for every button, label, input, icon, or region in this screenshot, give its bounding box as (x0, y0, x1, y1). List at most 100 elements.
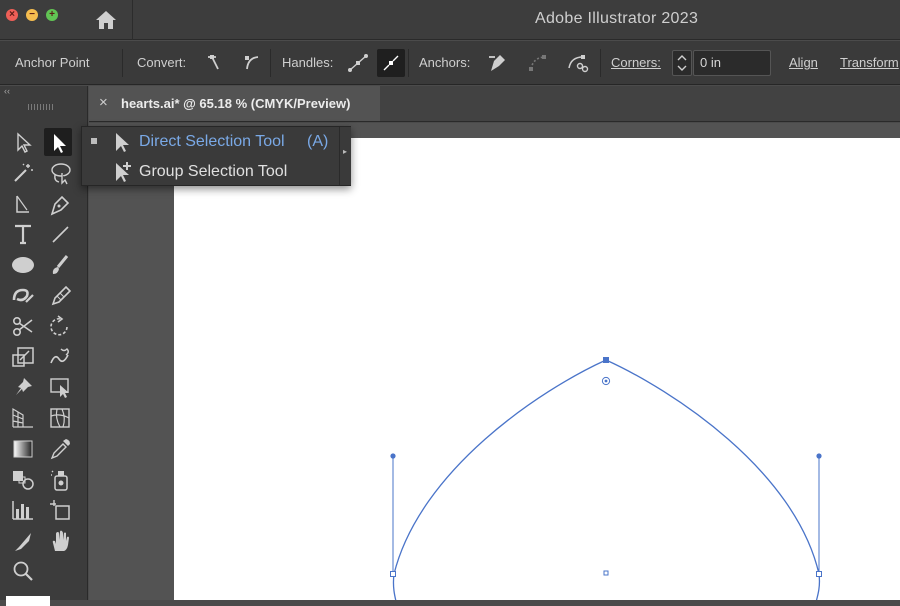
stepper-chevrons-icon (677, 55, 687, 71)
rotate-icon (50, 315, 68, 336)
symbol-sprayer-tool[interactable] (46, 465, 74, 493)
artboard-icon (50, 500, 70, 520)
handles-label: Handles: (282, 55, 334, 70)
maximize-glyph: + (49, 9, 55, 20)
flyout-item-group-selection[interactable]: Group Selection Tool (82, 157, 338, 187)
lasso-tool[interactable] (46, 159, 74, 187)
slice-tool[interactable] (9, 527, 37, 555)
panel-grip[interactable] (28, 104, 54, 110)
type-tool[interactable] (9, 220, 37, 248)
perspective-grid-icon (12, 407, 33, 428)
selection-tool[interactable] (9, 128, 37, 156)
flyout-tearoff-button[interactable]: ▸ (339, 127, 351, 185)
gradient-tool[interactable] (9, 435, 37, 463)
line-segment-icon (52, 226, 69, 243)
context-label: Anchor Point (15, 55, 90, 70)
minimize-glyph: − (29, 9, 35, 20)
connect-anchors-icon (529, 55, 546, 71)
anchor-point-icon (16, 195, 29, 213)
blend-tool[interactable] (9, 465, 37, 493)
shaper-tool[interactable] (9, 282, 37, 310)
pushpin-icon (16, 378, 32, 395)
show-handles-icon (348, 54, 368, 72)
collapse-panel-button[interactable]: ‹‹ (4, 86, 10, 96)
corners-input[interactable]: 0 in (693, 50, 771, 76)
scale-icon (12, 347, 34, 367)
window-close-button[interactable]: × (6, 9, 18, 21)
lasso-icon (51, 163, 71, 185)
ellipse-tool[interactable] (9, 251, 37, 279)
artboard-tool[interactable] (46, 496, 74, 524)
line-segment-tool[interactable] (46, 220, 74, 248)
connect-anchors-button[interactable] (524, 49, 552, 77)
convert-corner-icon (208, 55, 219, 70)
type-t-icon (15, 224, 31, 245)
close-tab-icon[interactable]: × (99, 94, 108, 111)
pencil-tool[interactable] (46, 282, 74, 310)
magic-wand-tool[interactable] (9, 159, 37, 187)
cut-path-button[interactable] (563, 49, 591, 77)
tab-strip-empty (380, 86, 900, 122)
warp-icon (50, 348, 69, 364)
corners-link[interactable]: Corners: (611, 55, 661, 70)
convert-to-corner-button[interactable] (200, 49, 228, 77)
show-handles-button[interactable] (344, 49, 372, 77)
home-icon (96, 11, 116, 29)
anchor-point-tool[interactable] (9, 190, 37, 218)
transform-link[interactable]: Transform (840, 55, 899, 70)
remove-anchor-button[interactable] (483, 49, 511, 77)
home-button[interactable] (92, 6, 120, 34)
free-transform-tool[interactable] (46, 373, 74, 401)
window-maximize-button[interactable]: + (46, 9, 58, 21)
hand-tool[interactable] (46, 527, 74, 555)
flyout-item-label: Direct Selection Tool (139, 133, 285, 150)
control-separator (122, 49, 123, 77)
corners-stepper[interactable] (672, 50, 692, 76)
paintbrush-tool[interactable] (46, 251, 74, 279)
magnifier-icon (13, 561, 33, 581)
fill-swatch[interactable] (6, 596, 50, 606)
pen-minus-icon (489, 55, 505, 71)
warp-tool[interactable] (46, 343, 74, 371)
control-bar: Anchor Point Convert: Handles: Anchors: (0, 41, 900, 85)
hand-icon (52, 530, 69, 551)
bar-graph-icon (12, 501, 33, 520)
rotate-tool[interactable] (46, 312, 74, 340)
document-tab-title: hearts.ai* @ 65.18 % (CMYK/Preview) (121, 96, 351, 111)
pencil-icon (51, 285, 72, 306)
graph-tool[interactable] (9, 496, 37, 524)
flyout-item-shortcut: (A) (307, 133, 329, 150)
eyedropper-tool[interactable] (46, 435, 74, 463)
convert-to-smooth-button[interactable] (238, 49, 266, 77)
scissors-tool[interactable] (9, 312, 37, 340)
close-glyph: × (9, 9, 15, 20)
blend-icon (13, 471, 34, 490)
scale-tool[interactable] (9, 343, 37, 371)
mesh-tool[interactable] (46, 404, 74, 432)
flyout-item-direct-selection[interactable]: Direct Selection Tool (A) (82, 127, 338, 157)
anchors-label: Anchors: (419, 55, 471, 70)
control-separator (408, 49, 409, 77)
hide-handles-button[interactable] (377, 49, 405, 77)
title-separator (132, 0, 133, 40)
selection-arrow-icon (17, 132, 32, 153)
control-separator (270, 49, 271, 77)
gradient-icon (13, 440, 33, 458)
artboard[interactable] (174, 138, 900, 600)
puppet-warp-tool[interactable] (9, 373, 37, 401)
eyedropper-icon (50, 439, 70, 460)
zoom-tool[interactable] (9, 557, 37, 585)
convert-smooth-icon (245, 56, 259, 70)
current-tool-bullet (91, 138, 97, 144)
direct-selection-icon (116, 133, 129, 152)
magic-wand-icon (14, 163, 33, 182)
window-minimize-button[interactable]: − (26, 9, 38, 21)
free-transform-icon (50, 378, 69, 398)
align-link[interactable]: Align (789, 55, 818, 70)
selection-tools-flyout: Direct Selection Tool (A) Group Selectio… (81, 126, 351, 186)
direct-selection-tool[interactable] (44, 128, 72, 156)
convert-label: Convert: (137, 55, 187, 70)
pen-tool[interactable] (46, 190, 74, 218)
document-tab[interactable]: × hearts.ai* @ 65.18 % (CMYK/Preview) (89, 86, 380, 122)
perspective-grid-tool[interactable] (9, 404, 37, 432)
